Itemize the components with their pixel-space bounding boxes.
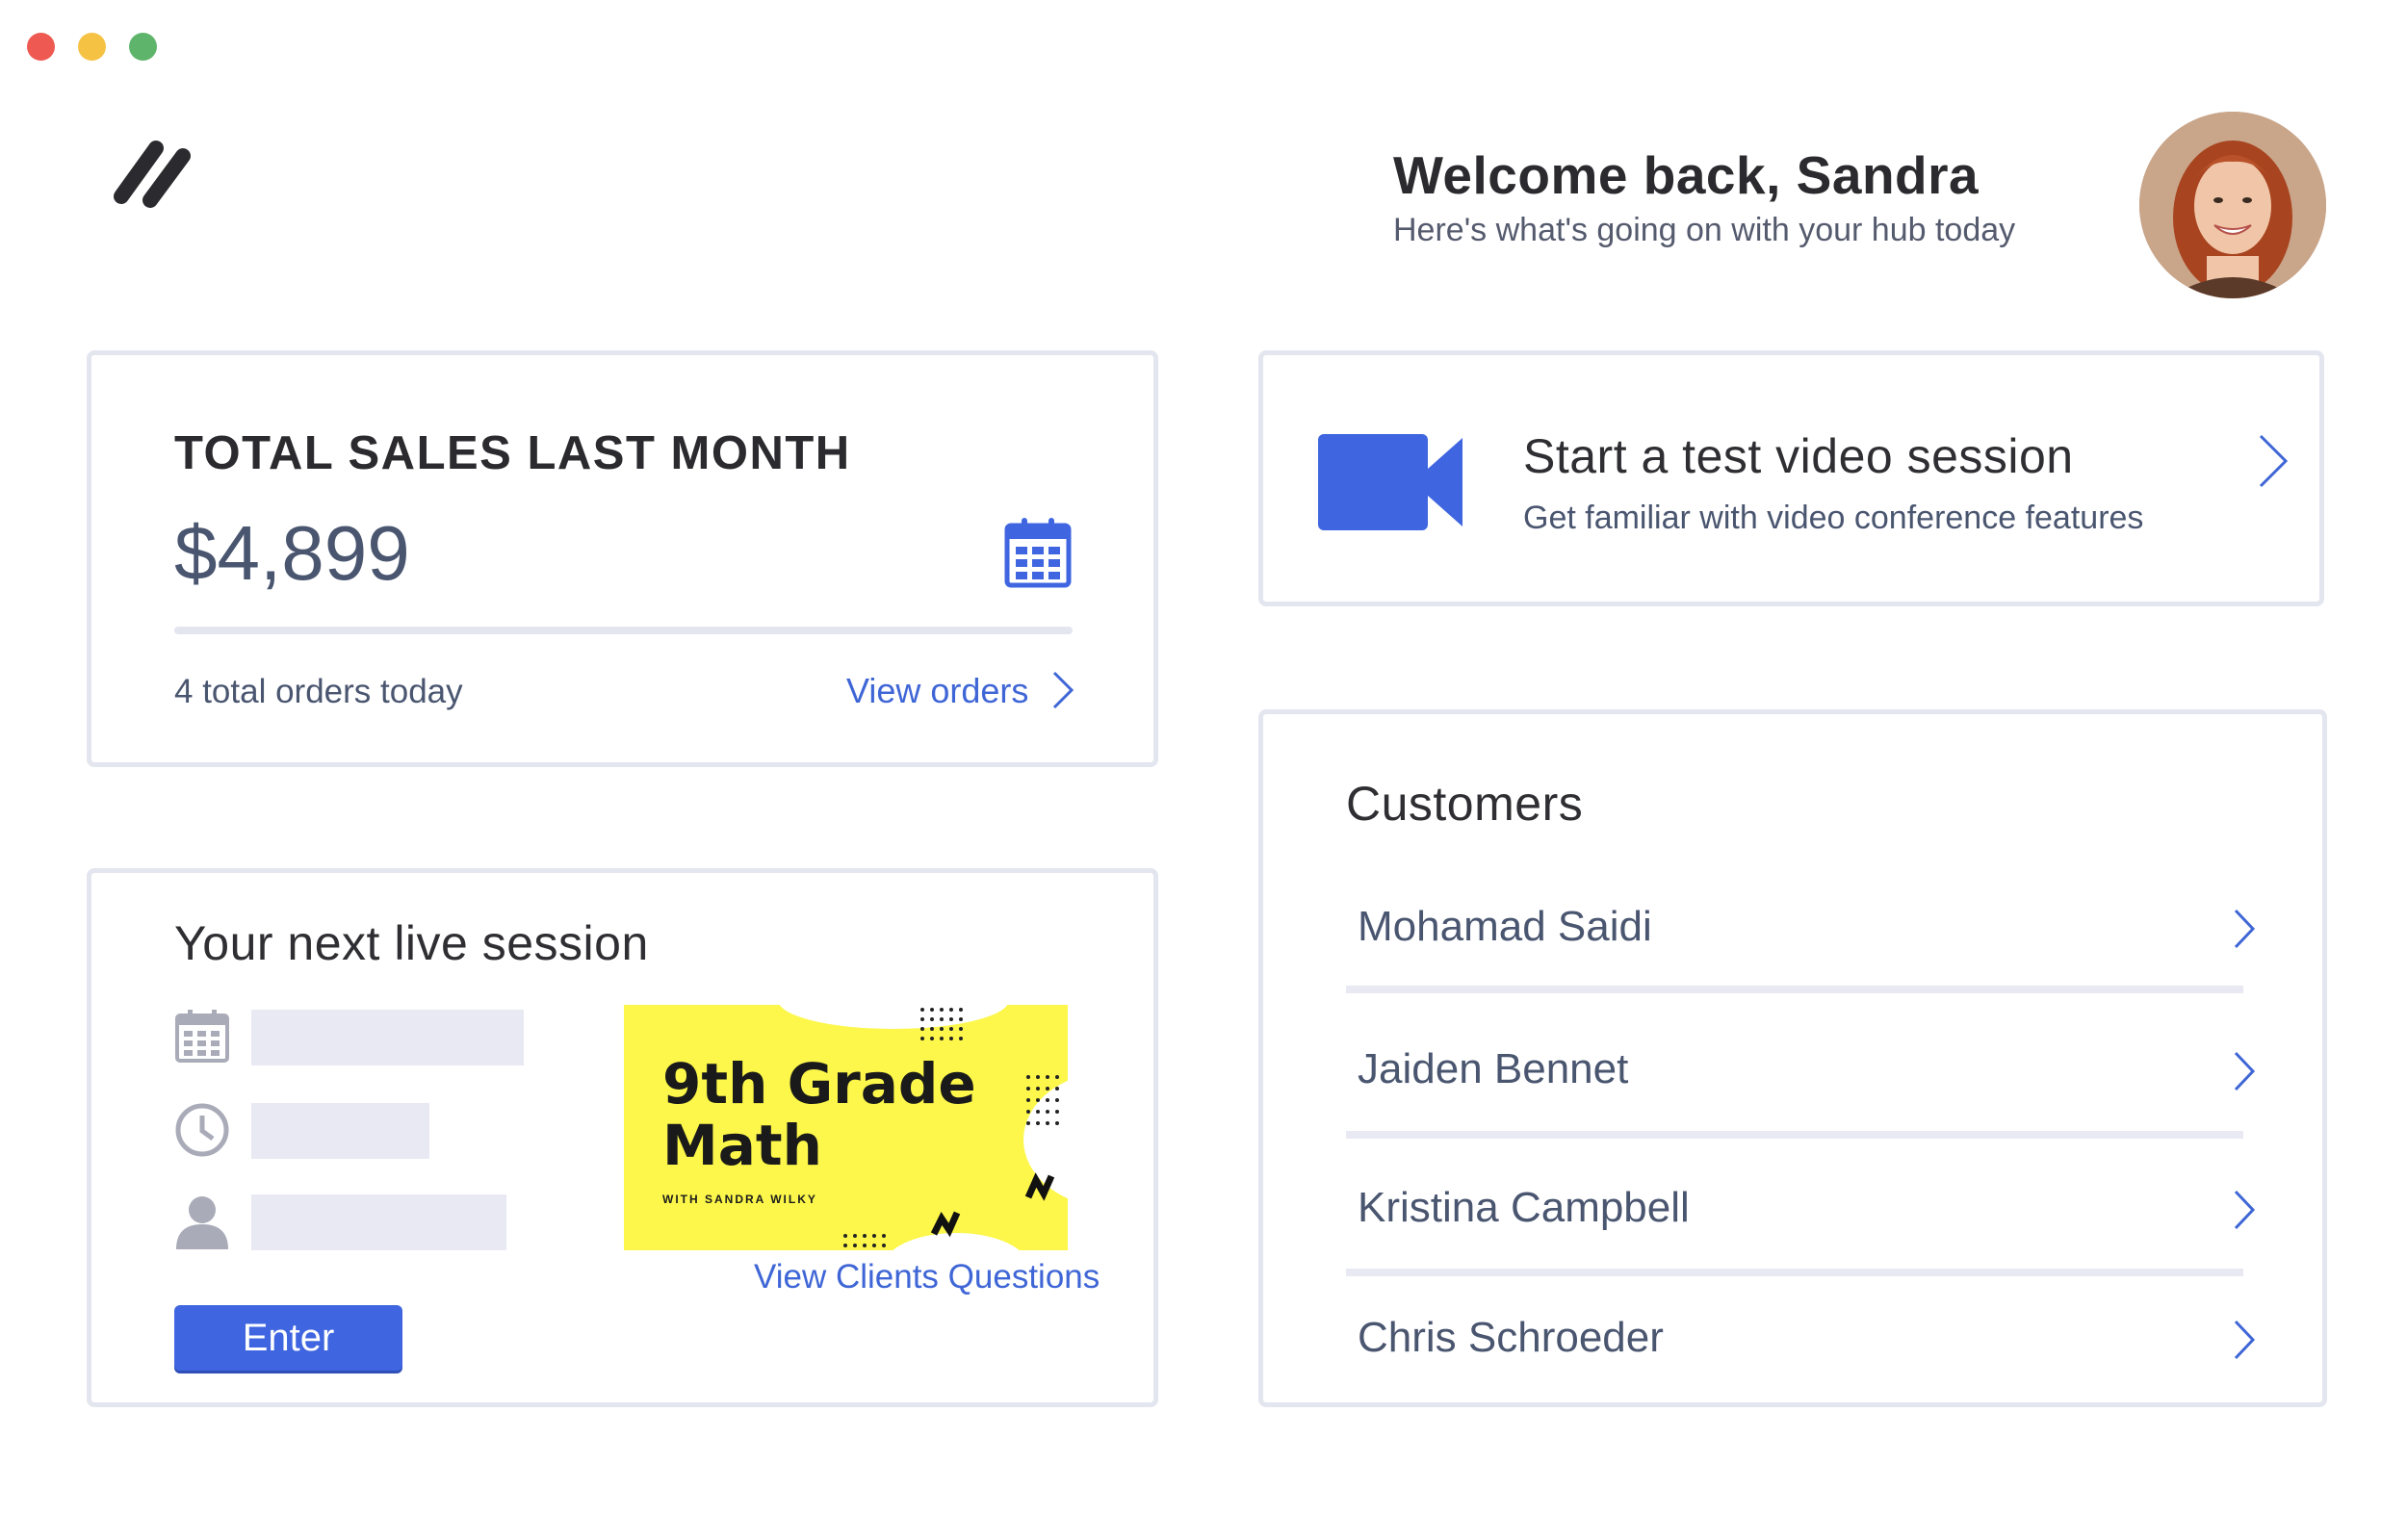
- calendar-icon[interactable]: [1004, 516, 1072, 589]
- video-camera-icon: [1318, 434, 1462, 530]
- user-icon: [176, 1196, 228, 1249]
- customer-divider: [1346, 1269, 2243, 1276]
- sales-card: TOTAL SALES LAST MONTH $4,899 4 total or…: [87, 350, 1158, 767]
- thumbnail-subtitle: WITH SANDRA WILKY: [662, 1193, 817, 1206]
- enter-button[interactable]: Enter: [174, 1305, 402, 1371]
- calendar-icon: [175, 1010, 229, 1063]
- thumbnail-title-line1: 9th Grade: [662, 1051, 976, 1116]
- sales-title: TOTAL SALES LAST MONTH: [174, 427, 851, 479]
- avatar[interactable]: [2139, 112, 2326, 298]
- avatar-photo: [2139, 112, 2326, 298]
- view-clients-questions-link[interactable]: View Clients Questions: [754, 1258, 1100, 1296]
- customer-name: Kristina Campbell: [1358, 1184, 1690, 1231]
- host-placeholder: [251, 1194, 506, 1250]
- customer-row[interactable]: Mohamad Saidi: [1346, 903, 2256, 961]
- time-placeholder: [251, 1103, 429, 1159]
- thumbnail-title-line2: Math: [662, 1113, 822, 1178]
- close-window-button[interactable]: [27, 33, 55, 61]
- logo-icon[interactable]: [108, 135, 194, 212]
- chevron-right-icon[interactable]: [2232, 1188, 2257, 1232]
- welcome-title: Welcome back, Sandra: [1393, 145, 1980, 205]
- sales-amount: $4,899: [174, 510, 410, 596]
- live-session-title: Your next live session: [174, 916, 649, 970]
- customer-name: Jaiden Bennet: [1358, 1045, 1629, 1092]
- customer-name: Mohamad Saidi: [1358, 903, 1652, 950]
- chevron-right-icon[interactable]: [1048, 669, 1075, 711]
- customers-card: Customers Mohamad Saidi Jaiden Bennet Kr…: [1258, 709, 2327, 1407]
- chevron-right-icon[interactable]: [2232, 1318, 2257, 1362]
- chevron-right-icon[interactable]: [2257, 432, 2290, 490]
- orders-count-text: 4 total orders today: [174, 673, 463, 710]
- video-session-title: Start a test video session: [1523, 429, 2074, 483]
- customers-title: Customers: [1346, 777, 1584, 831]
- customer-divider: [1346, 986, 2243, 993]
- video-session-subtitle: Get familiar with video conference featu…: [1523, 500, 2144, 536]
- customer-name: Chris Schroeder: [1358, 1314, 1664, 1361]
- live-session-card: Your next live session Enter 9th Grade M…: [87, 868, 1158, 1407]
- customer-row[interactable]: Jaiden Bennet: [1346, 1045, 2256, 1103]
- session-thumbnail[interactable]: 9th Grade Math WITH SANDRA WILKY: [624, 1005, 1068, 1250]
- window-controls: [27, 33, 157, 61]
- thumbnail-title: 9th Grade Math: [662, 1053, 976, 1176]
- welcome-subtitle: Here's what's going on with your hub tod…: [1393, 212, 2016, 248]
- chevron-right-icon[interactable]: [2232, 907, 2257, 951]
- maximize-window-button[interactable]: [129, 33, 157, 61]
- video-session-card[interactable]: Start a test video session Get familiar …: [1258, 350, 2324, 606]
- welcome-header: Welcome back, Sandra Here's what's going…: [1393, 144, 2015, 249]
- customer-row[interactable]: Kristina Campbell: [1346, 1184, 2256, 1242]
- customer-divider: [1346, 1131, 2243, 1139]
- customer-row[interactable]: Chris Schroeder: [1346, 1314, 2256, 1372]
- minimize-window-button[interactable]: [78, 33, 106, 61]
- sales-progress-bar: [174, 627, 1073, 634]
- clock-icon: [175, 1103, 229, 1157]
- view-orders-link[interactable]: View orders: [846, 671, 1028, 711]
- chevron-right-icon[interactable]: [2232, 1049, 2257, 1093]
- date-placeholder: [251, 1010, 524, 1065]
